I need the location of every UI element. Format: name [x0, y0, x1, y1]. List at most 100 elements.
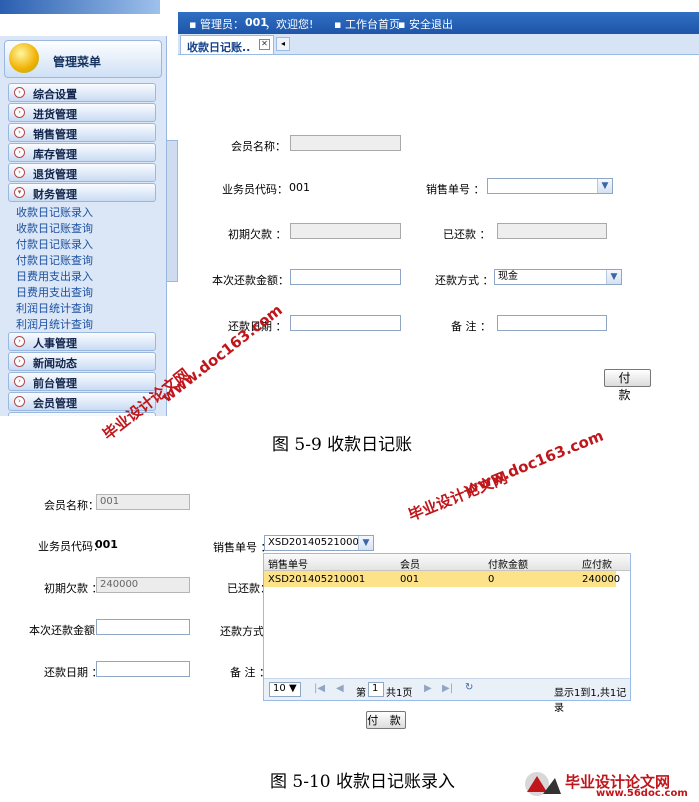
f2-date-input[interactable]	[96, 661, 190, 677]
f1-date-input[interactable]	[290, 315, 401, 331]
chevron-right-icon: ›	[14, 147, 25, 158]
page-number-input[interactable]: 1	[368, 682, 384, 697]
chevron-right-icon: ›	[14, 396, 25, 407]
menu-header-top-1[interactable]: › 进货管理	[8, 103, 156, 122]
menu-header-bottom-1[interactable]: › 新闻动态	[8, 352, 156, 371]
grid-cell-saleno: XSD201405210001	[268, 574, 366, 585]
f1-thispay-input[interactable]	[290, 269, 401, 285]
menu-header-label: 销售管理	[33, 128, 77, 141]
menu-header-label: 短信管理	[33, 415, 77, 416]
menu-header-top-2[interactable]: › 销售管理	[8, 123, 156, 142]
menu-header-bottom-2[interactable]: › 前台管理	[8, 372, 156, 391]
next-page-icon[interactable]: ▶	[424, 683, 432, 694]
tab-close-icon[interactable]: ✕	[259, 39, 270, 50]
f2-member-input[interactable]: 001	[96, 494, 190, 510]
f2-initdebt-label: 初期欠款 ：	[44, 582, 103, 595]
sidebar-item-finance-0[interactable]: 收款日记账录入	[16, 204, 93, 220]
grid-col-saleno[interactable]: 销售单号	[268, 556, 308, 571]
f1-member-label: 会员名称：	[231, 140, 286, 153]
menu-header-label: 进货管理	[33, 108, 77, 121]
caption-fig-5-9: 图 5-9 收款日记账	[272, 435, 413, 455]
tab-label: 收款日记账..	[187, 41, 251, 54]
sidebar-item-finance-3[interactable]: 付款日记账查询	[16, 252, 93, 268]
f1-saleno-select[interactable]: ▼	[487, 178, 613, 194]
f2-date-label: 还款日期 ：	[44, 666, 103, 679]
dropdown-arrow-icon[interactable]: ▼	[606, 270, 621, 284]
f1-saleno-label: 销售单号 ：	[426, 183, 485, 196]
sidebar-item-finance-1[interactable]: 收款日记账查询	[16, 220, 93, 236]
f1-salesman-label: 业务员代码：	[222, 183, 288, 196]
tab-scroll-icon[interactable]: ◂	[276, 37, 290, 51]
sidebar-item-finance-2[interactable]: 付款日记账录入	[16, 236, 93, 252]
logout-link[interactable]: ▪ 安全退出	[398, 16, 453, 32]
menu-header-label: 会员管理	[33, 397, 77, 410]
f2-thispay-label: 本次还款金额：	[29, 624, 106, 637]
menu-header-label: 前台管理	[33, 377, 77, 390]
grid-col-due[interactable]: 应付款	[582, 556, 612, 571]
menu-header-label: 退货管理	[33, 168, 77, 181]
f1-pay-button[interactable]: 付 款	[604, 369, 651, 402]
menu-header-top-5[interactable]: ▾ 财务管理	[8, 183, 156, 202]
f1-initdebt-input[interactable]	[290, 223, 401, 239]
sidebar-item-finance-4[interactable]: 日费用支出录入	[16, 268, 93, 284]
grid-pager: 10 ▼ |◀ ◀ 第 1 共1页 ▶ ▶| ↻ 显示1到1,共1记录	[264, 678, 630, 714]
top-bar: ▪ 管理员： 001 ，欢迎您! ▪ 工作台首页 ▪ 安全退出	[0, 0, 699, 36]
sidebar-collapse-handle[interactable]	[166, 140, 178, 282]
chevron-right-icon: ›	[14, 127, 25, 138]
first-page-icon[interactable]: |◀	[314, 683, 325, 694]
f2-thispay-input[interactable]	[96, 619, 190, 635]
sidebar-item-finance-5[interactable]: 日费用支出查询	[16, 284, 93, 300]
grid-cell-paid: 0	[488, 574, 495, 585]
grid-col-paid[interactable]: 付款金额	[488, 556, 528, 571]
f1-member-input[interactable]	[290, 135, 401, 151]
menu-header-top-3[interactable]: › 库存管理	[8, 143, 156, 162]
menu-header-label: 综合设置	[33, 88, 77, 101]
chevron-right-icon: ›	[14, 356, 25, 367]
dropdown-arrow-icon[interactable]: ▼	[597, 179, 612, 193]
f1-paid-input[interactable]	[497, 223, 607, 239]
grid-cell-member: 001	[400, 574, 420, 585]
last-page-icon[interactable]: ▶|	[442, 683, 453, 694]
footer-brand-url: www.56doc.com	[596, 788, 688, 799]
f2-member-label: 会员名称：	[44, 499, 99, 512]
tab-receipt-journal[interactable]: 收款日记账.. ✕	[180, 35, 274, 54]
chevron-down-icon: ▾	[14, 187, 25, 198]
grid-col-member[interactable]: 会员	[400, 556, 420, 571]
footer-logo-icon	[523, 770, 563, 798]
sidebar-item-finance-7[interactable]: 利润月统计查询	[16, 316, 93, 332]
refresh-icon[interactable]: ↻	[465, 682, 473, 693]
sidebar-title: 管理菜单	[53, 55, 102, 69]
menu-header-top-0[interactable]: › 综合设置	[8, 83, 156, 102]
f1-method-select[interactable]: 现金 ▼	[494, 269, 622, 285]
f1-salesman-value: 001	[289, 181, 310, 194]
f2-pay-button[interactable]: 付 款	[366, 711, 406, 729]
top-decoration	[0, 0, 160, 14]
f2-saleno-select[interactable]: XSD201405210001 ▼	[264, 535, 374, 551]
page-total: 共1页	[386, 688, 413, 699]
table-row[interactable]: XSD201405210001 001 0 240000	[264, 571, 620, 587]
page-size-select[interactable]: 10 ▼	[269, 682, 301, 697]
f2-saleno-value: XSD201405210001	[268, 537, 366, 548]
f1-initdebt-label: 初期欠款 ：	[228, 228, 287, 241]
f1-remark-input[interactable]	[497, 315, 607, 331]
dropdown-arrow-icon[interactable]: ▼	[358, 536, 373, 550]
menu-header-top-4[interactable]: › 退货管理	[8, 163, 156, 182]
chevron-right-icon: ›	[14, 107, 25, 118]
home-link[interactable]: ▪ 工作台首页	[334, 16, 400, 32]
sale-order-dropdown-grid[interactable]: 销售单号 会员 付款金额 应付款 XSD201405210001 001 0 2…	[263, 553, 631, 714]
chevron-right-icon: ›	[14, 376, 25, 387]
grid-header: 销售单号 会员 付款金额 应付款	[264, 554, 630, 571]
menu-header-label: 人事管理	[33, 337, 77, 350]
sidebar-item-finance-6[interactable]: 利润日统计查询	[16, 300, 93, 316]
sidebar-header: 管理菜单	[4, 40, 162, 78]
watermark-url-1: www.doc163.com	[158, 300, 286, 407]
page-prefix: 第	[356, 688, 366, 699]
f2-initdebt-input[interactable]: 240000	[96, 577, 190, 593]
f1-method-label: 还款方式 ：	[435, 274, 494, 287]
menu-header-label: 财务管理	[33, 188, 77, 201]
prev-page-icon[interactable]: ◀	[336, 683, 344, 694]
f2-salesman-value: 001	[95, 538, 118, 551]
f1-method-value: 现金	[498, 271, 518, 282]
chevron-right-icon: ›	[14, 167, 25, 178]
menu-header-bottom-0[interactable]: › 人事管理	[8, 332, 156, 351]
